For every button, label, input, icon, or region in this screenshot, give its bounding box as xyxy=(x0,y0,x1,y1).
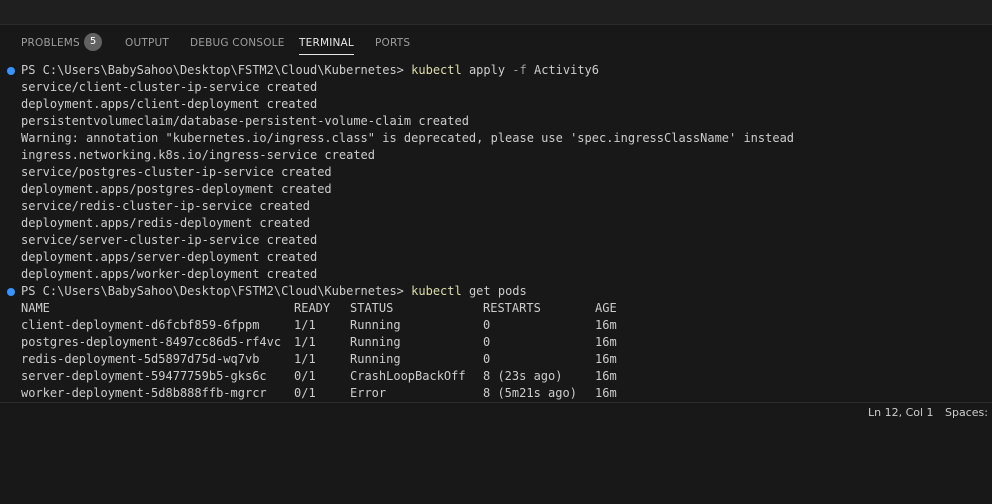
pod-name: client-deployment-d6fcbf859-6fppm xyxy=(21,318,260,332)
pod-age: 16m xyxy=(595,352,617,366)
command-args: Activity6 xyxy=(526,63,599,77)
status-bar: Ln 12, Col 1 Spaces: 2 xyxy=(0,402,992,421)
output-line: service/server-cluster-ip-service create… xyxy=(21,233,318,247)
pod-name: redis-deployment-5d5897d75d-wq7vb xyxy=(21,352,260,366)
pod-ready: 0/1 xyxy=(294,369,316,383)
output-line: service/redis-cluster-ip-service created xyxy=(21,199,310,213)
tab-output[interactable]: OUTPUT xyxy=(125,37,169,53)
pod-status: Running xyxy=(350,335,401,349)
pod-ready: 1/1 xyxy=(294,352,316,366)
tab-debug-console[interactable]: DEBUG CONSOLE xyxy=(190,37,285,53)
pod-status: Error xyxy=(350,386,387,400)
output-line: service/client-cluster-ip-service create… xyxy=(21,80,318,94)
pod-restarts: 8 (5m21s ago) xyxy=(483,386,577,400)
output-line: persistentvolumeclaim/database-persisten… xyxy=(21,114,469,128)
output-line: deployment.apps/redis-deployment created xyxy=(21,216,310,230)
output-line: ingress.networking.k8s.io/ingress-servic… xyxy=(21,148,376,162)
header-name: NAME xyxy=(21,301,50,315)
command-status-dot-icon[interactable] xyxy=(7,67,15,75)
command-name: kubectl xyxy=(411,63,462,77)
table-row: worker-deployment-5d8b888ffb-mgrcr 0/1 E… xyxy=(21,385,617,402)
command-name: kubectl xyxy=(411,284,462,298)
pod-restarts: 0 xyxy=(483,335,491,349)
pod-status: CrashLoopBackOff xyxy=(350,369,466,383)
table-row: postgres-deployment-8497cc86d5-rf4vc 1/1… xyxy=(21,334,617,351)
terminal-output[interactable]: PS C:\Users\BabySahoo\Desktop\FSTM2\Clou… xyxy=(0,62,992,402)
output-line: deployment.apps/postgres-deployment crea… xyxy=(21,182,332,196)
header-status: STATUS xyxy=(350,301,394,315)
output-line: deployment.apps/worker-deployment create… xyxy=(21,267,318,281)
tab-ports[interactable]: PORTS xyxy=(375,37,410,53)
command-args: apply xyxy=(461,63,513,77)
pod-restarts: 0 xyxy=(483,318,491,332)
tab-terminal[interactable]: TERMINAL xyxy=(299,37,354,55)
prompt-path: PS C:\Users\BabySahoo\Desktop\FSTM2\Clou… xyxy=(21,63,412,77)
pod-ready: 0/1 xyxy=(294,386,316,400)
prompt-line: PS C:\Users\BabySahoo\Desktop\FSTM2\Clou… xyxy=(21,62,599,79)
pod-name: postgres-deployment-8497cc86d5-rf4vc xyxy=(21,335,282,349)
output-line: deployment.apps/client-deployment create… xyxy=(21,97,318,111)
indentation-spaces[interactable]: Spaces: 2 xyxy=(945,406,992,419)
output-line: deployment.apps/server-deployment create… xyxy=(21,250,318,264)
pod-age: 16m xyxy=(595,369,617,383)
pod-age: 16m xyxy=(595,386,617,400)
editor-top-strip xyxy=(0,0,992,25)
pod-age: 16m xyxy=(595,318,617,332)
prompt-line: PS C:\Users\BabySahoo\Desktop\FSTM2\Clou… xyxy=(21,283,527,300)
table-row: server-deployment-59477759b5-gks6c 0/1 C… xyxy=(21,368,617,385)
command-status-dot-icon[interactable] xyxy=(7,288,15,296)
table-row: client-deployment-d6fcbf859-6fppm 1/1 Ru… xyxy=(21,317,617,334)
tab-problems[interactable]: PROBLEMS xyxy=(21,37,80,53)
problems-count-badge: 5 xyxy=(84,33,102,51)
header-ready: READY xyxy=(294,301,331,315)
pod-ready: 1/1 xyxy=(294,335,316,349)
pod-restarts: 8 (23s ago) xyxy=(483,369,563,383)
output-line: service/postgres-cluster-ip-service crea… xyxy=(21,165,332,179)
table-row: redis-deployment-5d5897d75d-wq7vb 1/1 Ru… xyxy=(21,351,617,368)
command-args: get pods xyxy=(461,284,527,298)
prompt-path: PS C:\Users\BabySahoo\Desktop\FSTM2\Clou… xyxy=(21,284,412,298)
pod-age: 16m xyxy=(595,335,617,349)
header-age: AGE xyxy=(595,301,617,315)
pod-status: Running xyxy=(350,318,401,332)
header-restarts: RESTARTS xyxy=(483,301,541,315)
panel-tab-bar: PROBLEMS 5 OUTPUT DEBUG CONSOLE TERMINAL… xyxy=(0,25,992,61)
table-header: NAME READY STATUS RESTARTS AGE xyxy=(21,300,617,317)
pod-restarts: 0 xyxy=(483,352,491,366)
pod-name: server-deployment-59477759b5-gks6c xyxy=(21,369,267,383)
pod-name: worker-deployment-5d8b888ffb-mgrcr xyxy=(21,386,267,400)
command-flag: -f xyxy=(512,63,527,77)
output-line: Warning: annotation "kubernetes.io/ingre… xyxy=(21,131,795,145)
pod-ready: 1/1 xyxy=(294,318,316,332)
pod-status: Running xyxy=(350,352,401,366)
cursor-position[interactable]: Ln 12, Col 1 xyxy=(868,406,934,419)
